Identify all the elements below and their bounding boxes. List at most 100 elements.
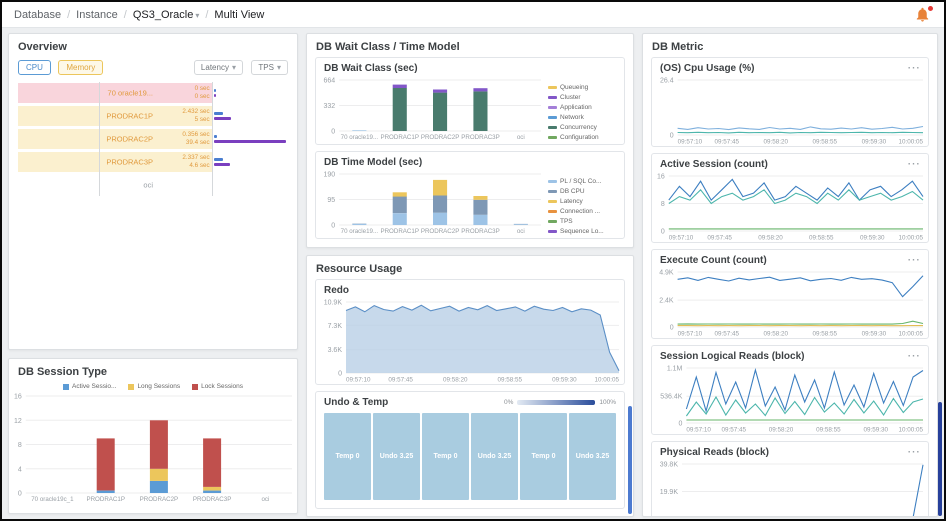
session-type-chart[interactable]: 161284070 oracle19c_1PRODRAC1PPRODRAC2PP… <box>9 392 297 504</box>
treemap-tile[interactable]: Undo 3.25 <box>373 413 420 500</box>
svg-text:4.9K: 4.9K <box>659 270 674 277</box>
svg-text:26.4: 26.4 <box>660 78 674 85</box>
tps-dropdown[interactable]: TPS▾ <box>251 60 288 75</box>
legend-item: DB CPU <box>548 188 616 195</box>
instance-bars <box>214 158 230 166</box>
svg-text:10.9K: 10.9K <box>324 300 343 307</box>
svg-text:1.1M: 1.1M <box>667 366 683 373</box>
active-session-title: Active Session (count) <box>652 154 907 172</box>
svg-text:536.4K: 536.4K <box>660 394 683 401</box>
legend-item: Configuration <box>548 134 616 141</box>
undo-temp-scale: 0% 100% <box>504 392 624 406</box>
svg-text:09:57:10: 09:57:10 <box>678 139 703 146</box>
legend-item: Queueing <box>548 84 616 91</box>
undo-temp-title: Undo & Temp <box>316 392 504 410</box>
db-time-model-title: DB Time Model (sec) <box>316 152 624 170</box>
svg-text:oci: oci <box>261 496 269 503</box>
legend-item: Connection ... <box>548 208 616 215</box>
redo-chart[interactable]: 10.9K7.3K3.6K009:57:1009:57:4509:58:2009… <box>316 298 624 384</box>
more-menu-button[interactable]: ⋯ <box>907 58 928 73</box>
db-time-model-legend: PL / SQL Co... DB CPU Latency Connection ..… <box>546 170 622 236</box>
cpu-toggle-button[interactable]: CPU <box>18 60 51 75</box>
treemap-tile[interactable]: Temp 0 <box>422 413 469 500</box>
breadcrumb-instance[interactable]: Instance <box>76 9 118 21</box>
svg-text:70 oracle19...: 70 oracle19... <box>341 228 379 235</box>
svg-text:09:57:45: 09:57:45 <box>707 235 732 242</box>
breadcrumb-instance-selector[interactable]: QS3_Oracle▾ <box>133 9 200 21</box>
more-menu-button[interactable]: ⋯ <box>907 346 928 361</box>
legend-item: Concurrency <box>548 124 616 131</box>
svg-text:PRODRAC1P: PRODRAC1P <box>86 496 125 503</box>
svg-text:3.6K: 3.6K <box>328 347 343 354</box>
instance-label: oci <box>143 181 153 190</box>
svg-text:10:00:05: 10:00:05 <box>594 377 619 384</box>
db-time-model-card: DB Time Model (sec) 19095070 oracle19...… <box>315 151 625 239</box>
svg-text:PRODRAC3P: PRODRAC3P <box>193 496 232 503</box>
more-menu-button[interactable]: ⋯ <box>907 442 928 457</box>
session-logical-reads-chart[interactable]: 1.1M536.4K009:57:1009:57:4509:58:2009:58… <box>652 364 928 434</box>
scale-max-label: 100% <box>599 399 616 406</box>
breadcrumb-separator: / <box>205 9 208 21</box>
physical-reads-chart[interactable]: 39.8K19.9K009:57:1009:57:4509:58:2009:58… <box>652 460 928 517</box>
instance-label: PRODRAC2P <box>106 135 153 144</box>
breadcrumb-separator: / <box>67 9 70 21</box>
svg-text:oci: oci <box>517 134 525 141</box>
legend-item: Sequence Lo... <box>548 228 616 235</box>
legend-item: Network <box>548 114 616 121</box>
db-session-type-title: DB Session Type <box>9 359 297 382</box>
svg-text:4: 4 <box>18 466 22 473</box>
latency-dropdown[interactable]: Latency▾ <box>194 60 243 75</box>
undo-temp-treemap: Temp 0Undo 3.25Temp 0Undo 3.25Temp 0Undo… <box>316 410 624 508</box>
breadcrumb: Database / Instance / QS3_Oracle▾ / Mult… <box>14 9 264 21</box>
svg-text:10:00:05: 10:00:05 <box>898 139 923 146</box>
os-cpu-usage-card: (OS) Cpu Usage (%) ⋯ 26.4009:57:1009:57:… <box>651 57 929 147</box>
overview-row-prodrac2p[interactable]: PRODRAC2P 0.356 sec39.4 sec <box>18 128 288 150</box>
svg-text:09:59:30: 09:59:30 <box>552 377 577 384</box>
db-wait-class-chart[interactable]: 664332070 oracle19...PRODRAC1PPRODRAC2PP… <box>318 76 546 142</box>
treemap-tile[interactable]: Temp 0 <box>520 413 567 500</box>
overview-row-prodrac3p[interactable]: PRODRAC3P2.337 sec4.6 sec <box>18 151 288 173</box>
svg-text:09:59:30: 09:59:30 <box>862 139 887 146</box>
instance-bars <box>214 112 231 120</box>
breadcrumb-database[interactable]: Database <box>14 9 61 21</box>
physical-reads-title: Physical Reads (block) <box>652 442 907 460</box>
treemap-tile[interactable]: Undo 3.25 <box>471 413 518 500</box>
notification-bell-icon[interactable] <box>914 6 932 24</box>
breadcrumb-separator: / <box>124 9 127 21</box>
db-session-type-panel: DB Session Type Active Sessio...Long Ses… <box>8 358 298 514</box>
execute-count-chart[interactable]: 4.9K2.4K009:57:1009:57:4509:58:2009:58:5… <box>652 268 928 338</box>
overview-instance-chart: 70 oracle19...0 sec0 secPRODRAC1P2.432 s… <box>18 82 288 200</box>
svg-text:10:00:05: 10:00:05 <box>898 427 923 434</box>
svg-text:09:57:10: 09:57:10 <box>669 235 694 242</box>
db-time-model-chart[interactable]: 19095070 oracle19...PRODRAC1PPRODRAC2PPR… <box>318 170 546 236</box>
memory-toggle-button[interactable]: Memory <box>58 60 103 75</box>
os-cpu-usage-chart[interactable]: 26.4009:57:1009:57:4509:58:2009:58:5509:… <box>652 76 928 146</box>
session-logical-reads-card: Session Logical Reads (block) ⋯ 1.1M536.… <box>651 345 929 435</box>
legend-item: Lock Sessions <box>192 383 243 390</box>
svg-text:09:58:55: 09:58:55 <box>809 235 834 242</box>
more-menu-button[interactable]: ⋯ <box>907 154 928 169</box>
svg-text:09:59:30: 09:59:30 <box>863 427 888 434</box>
instance-values: 0.356 sec39.4 sec <box>182 131 209 147</box>
svg-text:09:57:45: 09:57:45 <box>388 377 413 384</box>
resource-usage-panel: Resource Usage Redo 10.9K7.3K3.6K009:57:… <box>306 255 634 517</box>
scrollbar-thumb[interactable] <box>628 406 632 514</box>
svg-text:0: 0 <box>338 371 342 378</box>
overview-row-70-oracle19-[interactable]: 70 oracle19...0 sec0 sec <box>18 82 288 104</box>
more-menu-button[interactable]: ⋯ <box>907 250 928 265</box>
tps-dropdown-label: TPS <box>258 63 274 72</box>
overview-row-oci[interactable]: oci <box>18 174 288 196</box>
svg-text:09:58:20: 09:58:20 <box>443 377 468 384</box>
legend-item: PL / SQL Co... <box>548 178 616 185</box>
execute-count-card: Execute Count (count) ⋯ 4.9K2.4K009:57:1… <box>651 249 929 339</box>
axis-line <box>99 82 100 196</box>
svg-text:7.3K: 7.3K <box>328 323 343 330</box>
legend-item: Latency <box>548 198 616 205</box>
treemap-tile[interactable]: Undo 3.25 <box>569 413 616 500</box>
overview-row-prodrac1p[interactable]: PRODRAC1P2.432 sec5 sec <box>18 105 288 127</box>
page-scrollbar-thumb[interactable] <box>938 402 942 516</box>
active-session-chart[interactable]: 168009:57:1009:57:4509:58:2009:58:5509:5… <box>652 172 928 242</box>
treemap-tile[interactable]: Temp 0 <box>324 413 371 500</box>
db-wait-class-title: DB Wait Class (sec) <box>316 58 624 76</box>
instance-bars <box>214 135 286 143</box>
